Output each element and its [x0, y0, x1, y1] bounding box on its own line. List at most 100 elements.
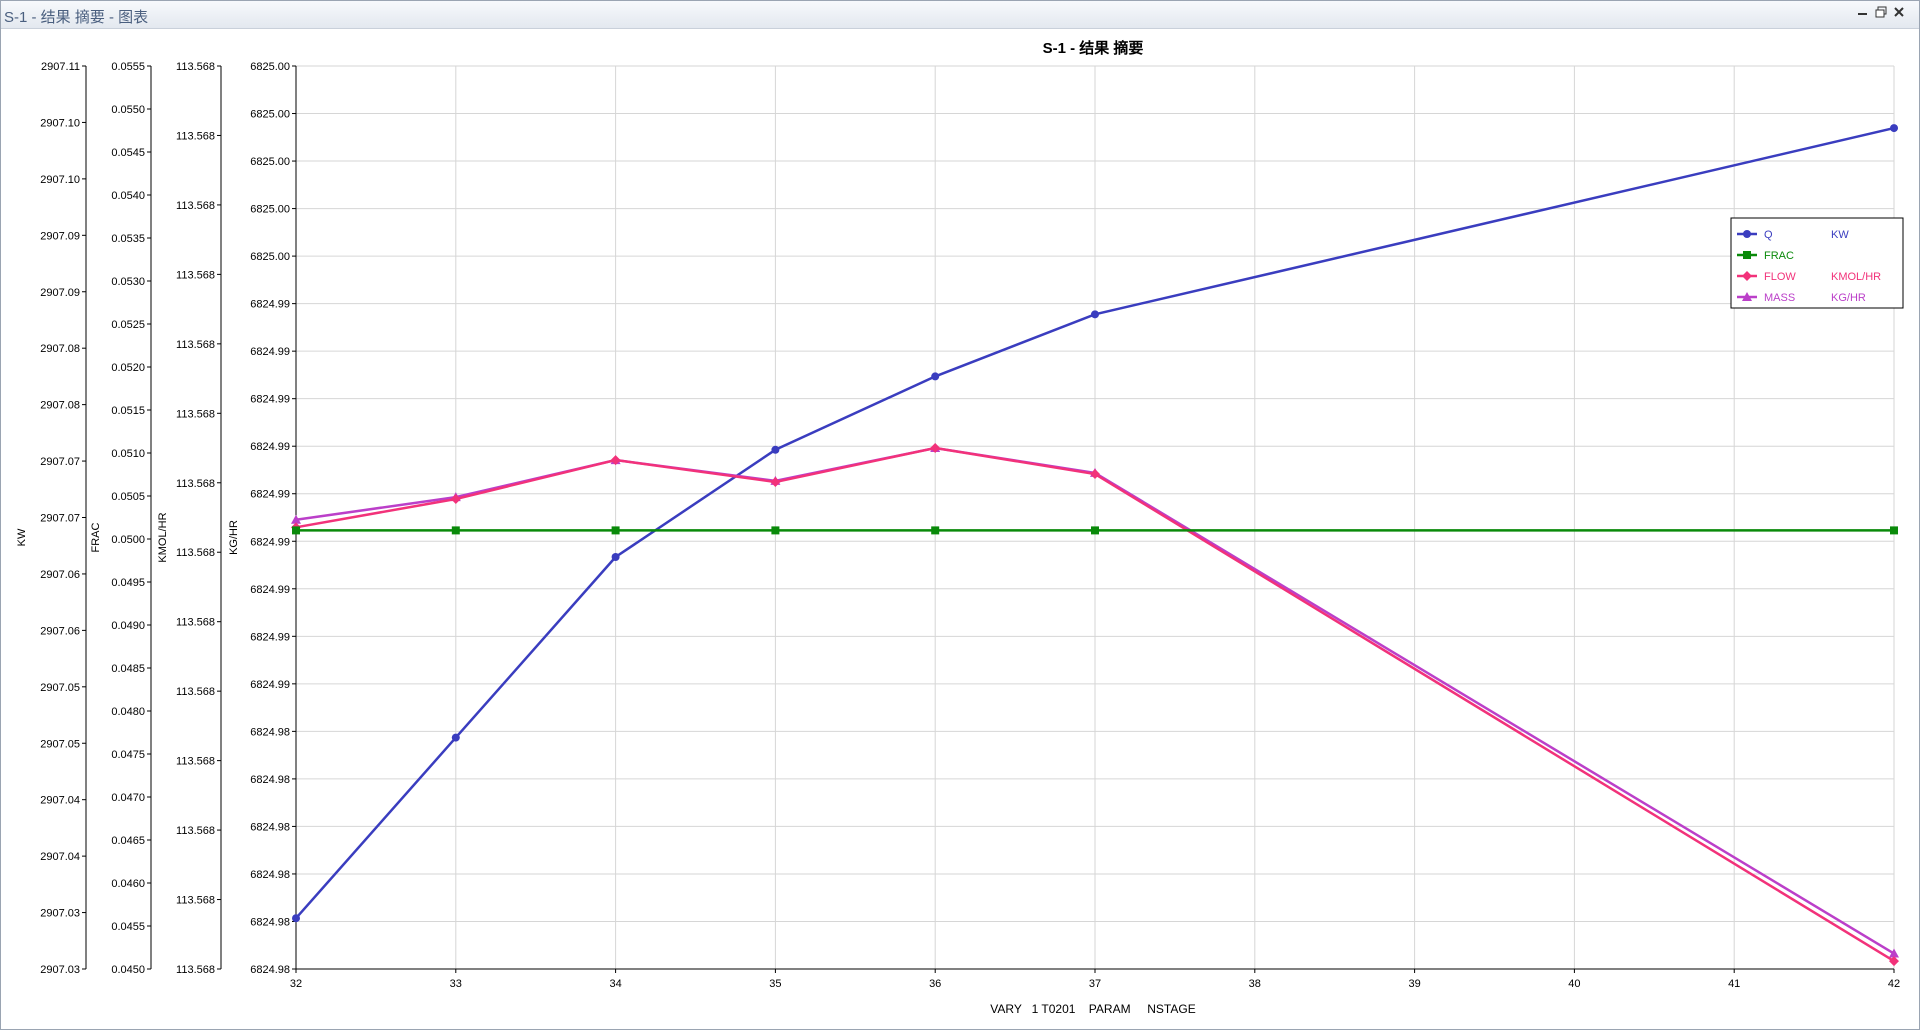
y-tick-label: 6824.98 — [250, 726, 290, 738]
y-tick-label: 0.0535 — [111, 233, 145, 245]
y-tick-label: 113.568 — [176, 756, 215, 768]
y-tick-label: 6824.99 — [250, 394, 290, 406]
legend-series-name: Q — [1764, 229, 1773, 241]
y-tick-label: 113.568 — [176, 895, 215, 907]
data-point — [451, 526, 460, 535]
y-tick-label: 0.0525 — [111, 319, 145, 331]
y-tick-label: 6824.99 — [250, 299, 290, 311]
legend-series-name: FLOW — [1764, 271, 1796, 283]
x-axis-ticks: 32 33 34 35 36 37 38 39 40 41 42 — [290, 969, 1900, 990]
data-point — [611, 526, 620, 535]
close-button[interactable] — [1889, 5, 1909, 23]
y-tick-label: 0.0460 — [111, 878, 145, 890]
title-bar[interactable]: S-1 - 结果 摘要 - 图表 — [1, 1, 1919, 29]
chart-window: S-1 - 结果 摘要 - 图表 S-1 - 结果 摘要 2907.11 2907… — [0, 0, 1920, 1030]
x-tick-label: 38 — [1249, 978, 1261, 990]
y-tick-label: 2907.10 — [40, 117, 80, 129]
y-tick-label: 2907.04 — [40, 851, 80, 863]
close-icon — [1894, 7, 1904, 17]
legend-box — [1730, 217, 1904, 309]
y-tick-label: 113.568 — [176, 478, 215, 490]
y-tick-label: 113.568 — [176, 964, 215, 976]
x-tick-label: 42 — [1888, 978, 1900, 990]
y-tick-label: 0.0540 — [111, 190, 145, 202]
y-tick-label: 0.0470 — [111, 792, 145, 804]
axes: 2907.11 2907.10 2907.10 2907.09 2907.09 2907.… — [16, 61, 297, 976]
restore-button[interactable] — [1871, 5, 1891, 23]
y-tick-label: 2907.09 — [40, 230, 80, 242]
y-tick-label: 0.0475 — [111, 749, 145, 761]
data-point — [1890, 526, 1898, 535]
y-tick-label: 2907.09 — [40, 287, 80, 299]
y-axis-frac: 0.0555 0.0550 0.0545 0.0540 0.0535 0.0530 0.05… — [90, 61, 152, 976]
y-tick-label: 0.0490 — [111, 620, 145, 632]
y-tick-label: 113.568 — [176, 200, 215, 212]
data-point — [1091, 310, 1099, 319]
data-point — [931, 526, 940, 535]
y-tick-label: 6824.98 — [250, 821, 290, 833]
y-tick-label: 6824.99 — [250, 346, 290, 358]
data-point — [1091, 526, 1099, 535]
y-tick-label: 0.0485 — [111, 663, 145, 675]
y-tick-label: 0.0520 — [111, 362, 145, 374]
legend-series-name: FRAC — [1764, 250, 1794, 262]
y-tick-label: 113.568 — [176, 686, 215, 698]
y-tick-label: 6824.98 — [250, 964, 290, 976]
window-title: S-1 - 结果 摘要 - 图表 — [4, 9, 149, 26]
y-tick-label: 6824.99 — [250, 631, 290, 643]
y-tick-label: 0.0505 — [111, 491, 145, 503]
y-tick-label: 0.0530 — [111, 276, 145, 288]
y-axis-flow: 113.568 113.568 113.568 113.568 113.568 113.5… — [157, 61, 222, 976]
x-tick-label: 36 — [929, 978, 941, 990]
chart-svg: S-1 - 结果 摘要 2907.11 2907.10 2907.10 2907.09… — [16, 39, 1904, 1016]
x-tick-label: 37 — [1089, 978, 1101, 990]
x-tick-label: 39 — [1408, 978, 1420, 990]
data-point — [292, 526, 300, 535]
minimize-icon — [1858, 13, 1867, 15]
data-point — [931, 372, 940, 381]
y-tick-label: 113.568 — [176, 825, 215, 837]
y-tick-label: 0.0495 — [111, 577, 145, 589]
legend-series-unit: KW — [1831, 229, 1849, 241]
y-tick-label: 2907.03 — [40, 964, 80, 976]
x-tick-label: 41 — [1728, 978, 1740, 990]
y-tick-label: 2907.05 — [40, 738, 80, 750]
y-axis-label: KW — [16, 528, 28, 546]
y-tick-label: 0.0450 — [111, 964, 145, 976]
legend-series-unit: KG/HR — [1831, 292, 1866, 304]
legend: Q KW FRAC FLOW KMOL/HR MASS KG/HR — [1730, 217, 1904, 309]
y-tick-label: 0.0515 — [111, 405, 145, 417]
data-point — [771, 445, 780, 454]
x-tick-label: 35 — [769, 978, 781, 990]
x-tick-label: 33 — [450, 978, 462, 990]
y-tick-label: 2907.05 — [40, 682, 80, 694]
y-tick-label: 113.568 — [176, 617, 215, 629]
y-tick-label: 2907.06 — [40, 569, 80, 581]
y-tick-label: 6825.00 — [250, 156, 290, 168]
y-tick-label: 0.0550 — [111, 104, 145, 116]
y-tick-label: 0.0455 — [111, 921, 145, 933]
y-tick-label: 6825.00 — [250, 109, 290, 121]
y-tick-label: 113.568 — [176, 408, 215, 420]
y-tick-label: 6824.98 — [250, 869, 290, 881]
y-tick-label: 113.568 — [176, 547, 215, 559]
y-tick-label: 2907.08 — [40, 343, 80, 355]
y-tick-label: 6824.98 — [250, 916, 290, 928]
y-tick-label: 6825.00 — [250, 61, 290, 73]
restore-icon — [1875, 6, 1887, 18]
y-axis-kw: 2907.11 2907.10 2907.10 2907.09 2907.09 2907.… — [16, 61, 87, 976]
chart-title: S-1 - 结果 摘要 — [1043, 39, 1144, 57]
minimize-button[interactable] — [1853, 5, 1873, 23]
y-tick-label: 2907.06 — [40, 625, 80, 637]
y-axis-label: FRAC — [90, 522, 102, 552]
y-tick-label: 6824.99 — [250, 489, 290, 501]
y-tick-label: 2907.03 — [40, 908, 80, 920]
y-tick-label: 2907.04 — [40, 795, 80, 807]
data-point — [1890, 124, 1898, 133]
y-tick-label: 6824.99 — [250, 679, 290, 691]
y-axis-label: KMOL/HR — [157, 512, 169, 562]
y-axis-mass: 6825.00 6825.00 6825.00 6825.00 6825.00 6824.… — [228, 61, 297, 976]
y-tick-label: 0.0555 — [111, 61, 145, 73]
x-axis-label: VARY 1 T0201 PARAM NSTAGE — [990, 1002, 1195, 1016]
y-tick-label: 6824.98 — [250, 774, 290, 786]
